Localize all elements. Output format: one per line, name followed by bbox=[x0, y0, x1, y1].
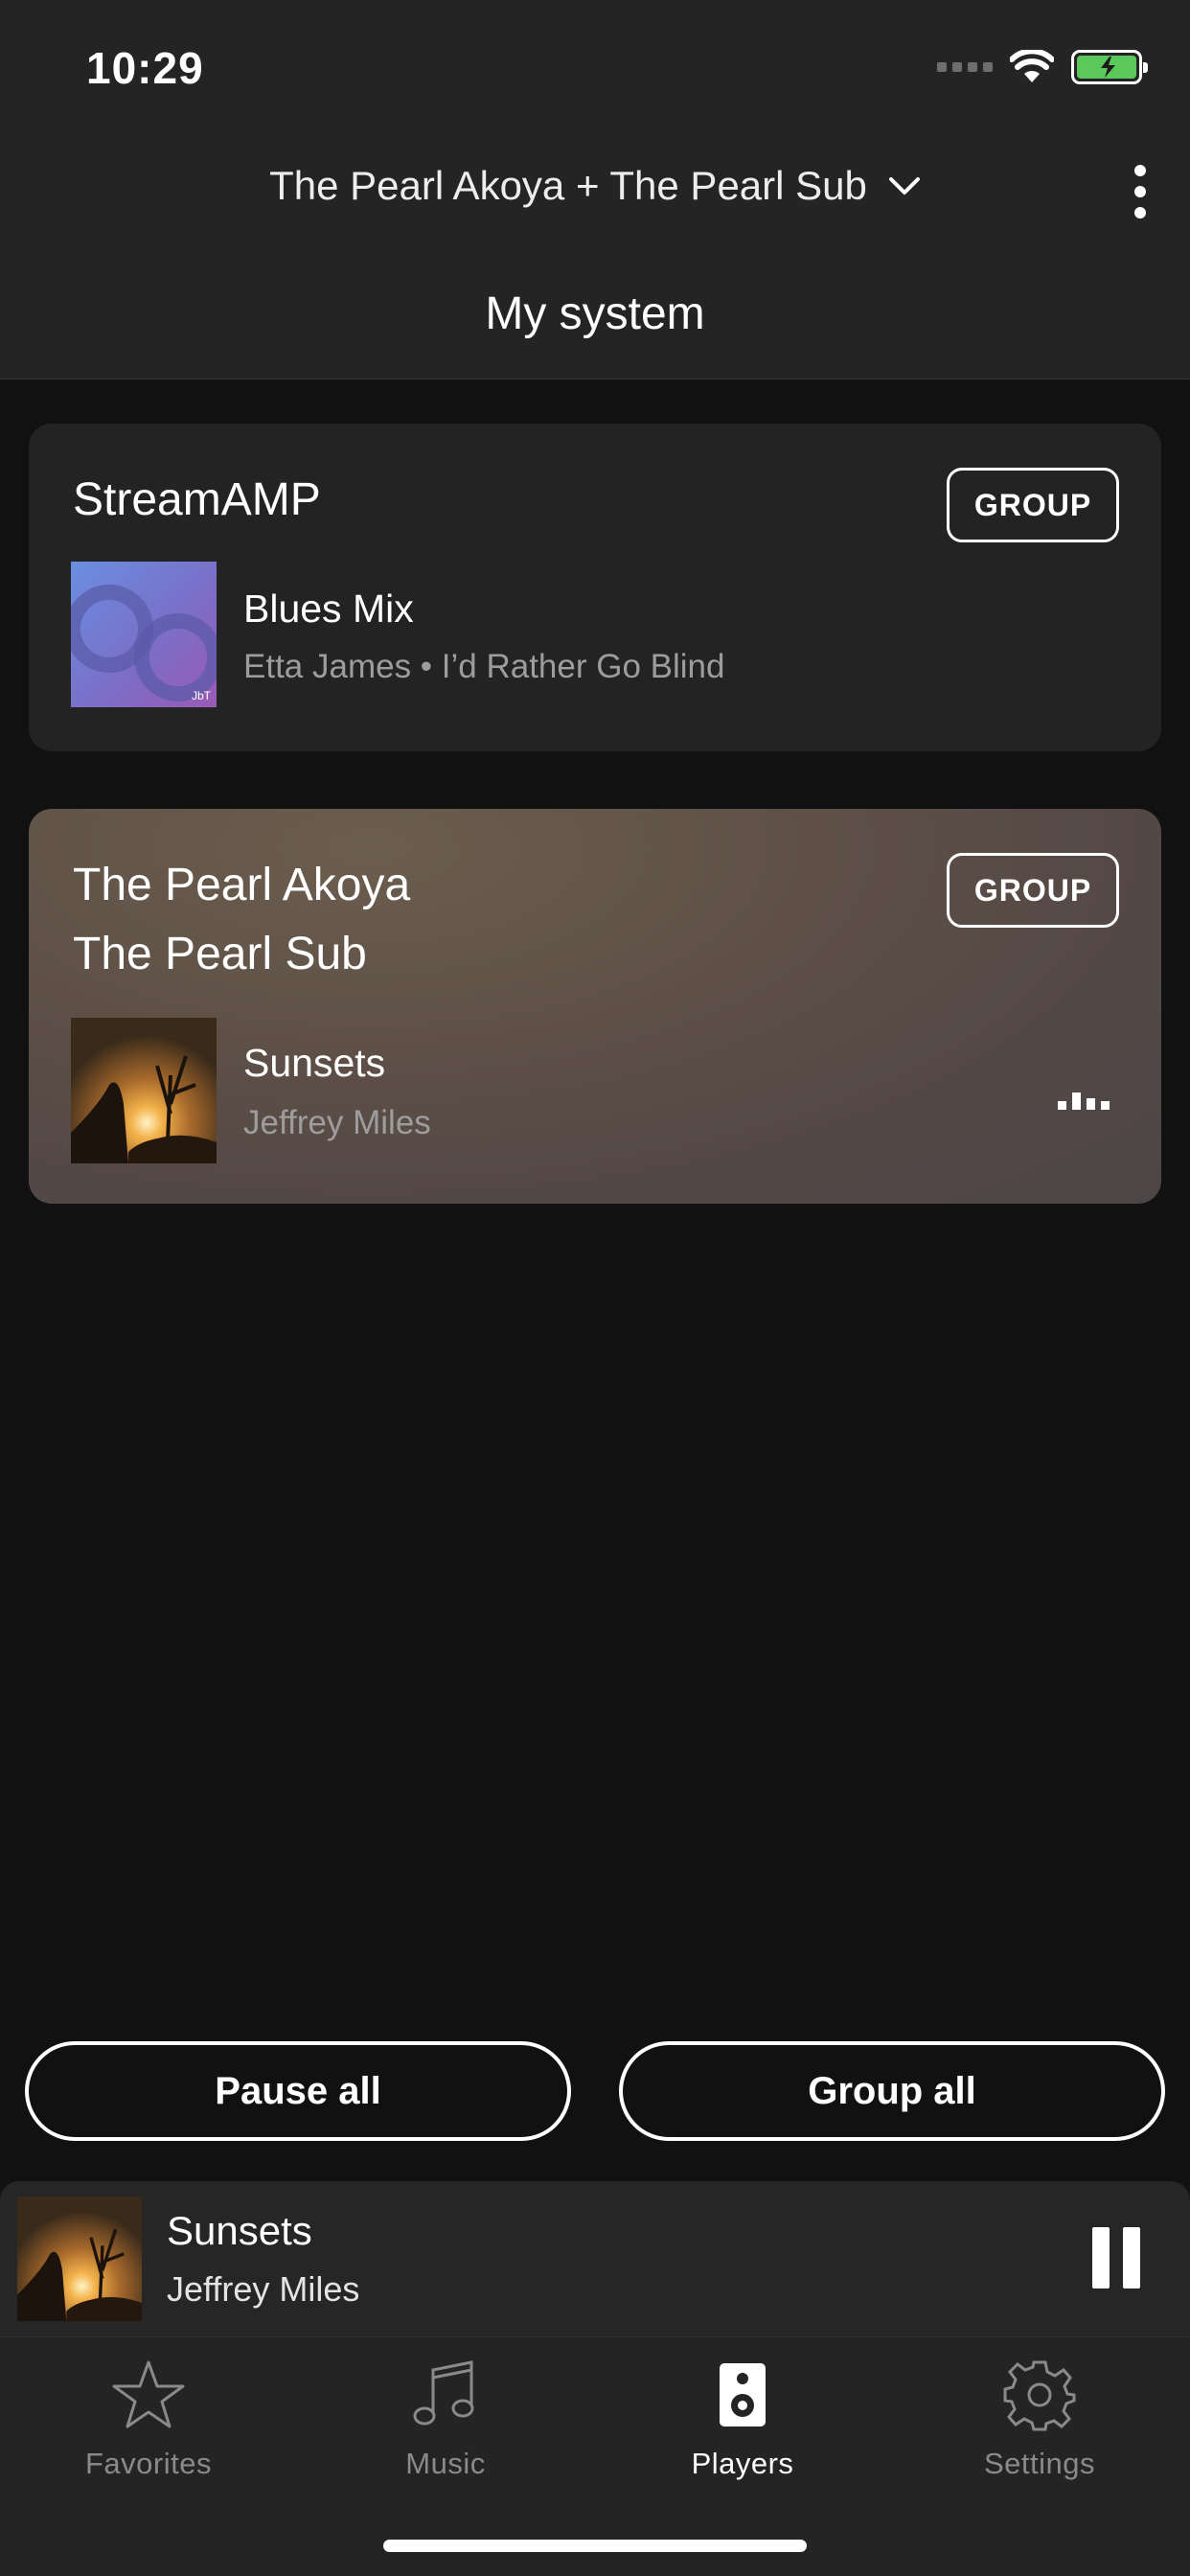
tab-favorites[interactable]: Favorites bbox=[0, 2357, 297, 2481]
group-button[interactable]: GROUP bbox=[947, 468, 1119, 542]
wifi-icon bbox=[1010, 50, 1054, 82]
tab-label: Settings bbox=[983, 2447, 1095, 2480]
page-title: My system bbox=[485, 288, 705, 339]
system-name: The Pearl Akoya + The Pearl Sub bbox=[269, 163, 867, 208]
status-time: 10:29 bbox=[86, 43, 204, 93]
track-subtitle: Etta James • I’d Rather Go Blind bbox=[243, 648, 725, 685]
speaker-icon bbox=[594, 2357, 891, 2433]
gear-icon bbox=[891, 2357, 1188, 2433]
group-button[interactable]: GROUP bbox=[947, 853, 1119, 928]
tab-music[interactable]: Music bbox=[297, 2357, 594, 2481]
mini-player[interactable]: Sunsets Jeffrey Miles bbox=[0, 2181, 1190, 2336]
mini-player-art bbox=[17, 2196, 142, 2321]
now-playing-artist: Jeffrey Miles bbox=[167, 2269, 360, 2309]
player-name-line-1: The Pearl Akoya bbox=[73, 860, 411, 910]
svg-text:JbT: JbT bbox=[192, 689, 212, 702]
sunsets-art bbox=[71, 1018, 217, 1163]
more-options-icon[interactable] bbox=[1119, 165, 1161, 218]
tab-label: Players bbox=[691, 2447, 794, 2480]
system-selector[interactable]: The Pearl Akoya + The Pearl Sub bbox=[0, 163, 1190, 209]
tab-label: Favorites bbox=[85, 2447, 212, 2480]
status-icons bbox=[937, 50, 1148, 84]
player-name: StreamAMP bbox=[73, 474, 321, 525]
star-icon bbox=[0, 2357, 297, 2433]
player-name-line-2: The Pearl Sub bbox=[73, 929, 367, 979]
music-note-icon bbox=[297, 2357, 594, 2433]
cellular-signal-icon bbox=[937, 62, 993, 72]
group-all-button[interactable]: Group all bbox=[619, 2041, 1165, 2141]
chevron-down-icon bbox=[888, 177, 920, 195]
track-title: Sunsets bbox=[243, 1041, 386, 1085]
tab-players[interactable]: Players bbox=[594, 2357, 891, 2481]
player-card-streamamp[interactable]: StreamAMP GROUP JbT Blues Mix Etta James… bbox=[29, 424, 1161, 751]
header: 10:29 The Pearl Akoya + The Pearl Sub My… bbox=[0, 0, 1190, 380]
player-card-pearl[interactable]: The Pearl Akoya The Pearl Sub GROUP Suns… bbox=[29, 809, 1161, 1204]
track-title: Blues Mix bbox=[243, 586, 414, 631]
tab-label: Music bbox=[405, 2447, 486, 2480]
now-playing-equalizer-icon bbox=[1058, 1092, 1110, 1110]
battery-icon bbox=[1071, 50, 1148, 84]
pause-all-button[interactable]: Pause all bbox=[25, 2041, 571, 2141]
pause-icon[interactable] bbox=[1092, 2227, 1140, 2288]
now-playing-title: Sunsets bbox=[167, 2208, 312, 2253]
track-subtitle: Jeffrey Miles bbox=[243, 1104, 431, 1141]
tab-settings[interactable]: Settings bbox=[891, 2357, 1188, 2481]
home-indicator[interactable] bbox=[383, 2540, 807, 2552]
blues-mix-art: JbT bbox=[71, 562, 217, 707]
